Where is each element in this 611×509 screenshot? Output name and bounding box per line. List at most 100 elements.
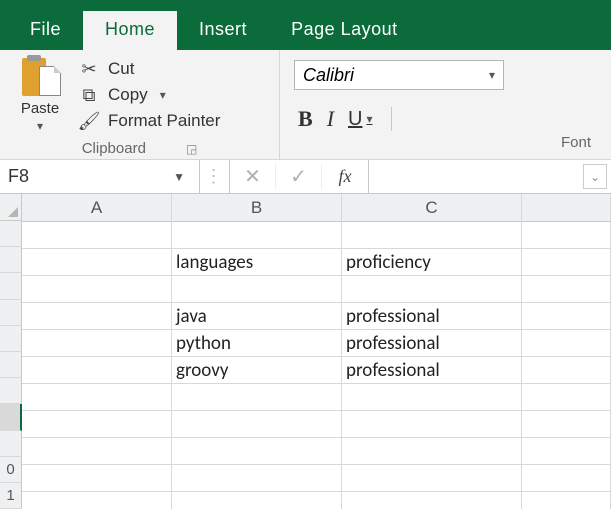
cell[interactable] [522,411,611,438]
cell[interactable]: groovy [172,357,342,384]
row-headers: 0 1 [0,194,22,509]
bold-button[interactable]: B [298,106,313,132]
row-header[interactable]: 1 [0,483,22,509]
expand-formula-bar-icon[interactable]: ⌄ [583,164,607,189]
formula-bar-handle[interactable]: ⋮ [200,160,230,193]
row-header[interactable] [0,404,22,430]
cell[interactable] [522,465,611,492]
cell[interactable] [522,357,611,384]
cell[interactable] [522,492,611,509]
column-header[interactable]: C [342,194,522,222]
cell[interactable] [172,438,342,465]
cell[interactable] [522,222,611,249]
cell[interactable] [172,276,342,303]
column-header[interactable]: A [22,194,172,222]
cell[interactable] [22,492,172,509]
format-painter-button[interactable]: 🖌 Format Painter [76,110,222,132]
cell[interactable] [342,438,522,465]
paste-button[interactable]: Paste ▾ [10,54,70,138]
cell[interactable] [22,384,172,411]
cell[interactable]: python [172,330,342,357]
cell[interactable] [342,411,522,438]
paste-label: Paste [21,100,59,117]
copy-label: Copy [108,85,148,105]
scissors-icon: ✂ [78,59,100,79]
underline-button[interactable]: U▾ [348,108,372,131]
row-header[interactable] [0,221,22,247]
cell[interactable]: professional [342,357,522,384]
spreadsheet-grid: 0 1 A B C languagesproficiency javaprofe… [0,194,611,509]
cell[interactable] [522,330,611,357]
select-all-corner[interactable] [0,194,22,221]
cell[interactable] [22,438,172,465]
cell[interactable] [522,276,611,303]
tab-pagelayout[interactable]: Page Layout [269,11,420,50]
cell[interactable] [22,303,172,330]
cell[interactable] [172,465,342,492]
ribbon-tabs: File Home Insert Page Layout [0,8,611,50]
cell[interactable] [342,384,522,411]
cell[interactable] [22,330,172,357]
column-header[interactable] [522,194,611,222]
formula-bar-tools: ✕ ✓ fx [230,160,369,193]
chevron-down-icon[interactable]: ▼ [167,170,191,184]
tab-insert[interactable]: Insert [177,11,269,50]
formula-input[interactable] [369,160,579,193]
cell[interactable]: proficiency [342,249,522,276]
cell[interactable] [172,384,342,411]
cell[interactable] [172,222,342,249]
cell[interactable] [22,249,172,276]
cell[interactable] [342,465,522,492]
row-header[interactable] [0,431,22,457]
cell[interactable] [22,276,172,303]
cell[interactable]: professional [342,303,522,330]
format-painter-label: Format Painter [108,111,220,131]
name-box[interactable]: F8 ▼ [0,160,200,193]
cut-button[interactable]: ✂ Cut [76,58,222,80]
dialog-launcher-icon[interactable]: ◲ [186,142,197,156]
cut-label: Cut [108,59,134,79]
row-header[interactable] [0,247,22,273]
cell[interactable] [172,492,342,509]
row-header[interactable] [0,273,22,299]
row-header[interactable] [0,352,22,378]
name-box-value: F8 [8,166,29,187]
chevron-down-icon[interactable]: ▾ [489,68,495,82]
tab-home[interactable]: Home [83,11,177,50]
fx-button[interactable]: fx [322,166,368,187]
cell[interactable] [522,249,611,276]
cell[interactable] [22,222,172,249]
tab-file[interactable]: File [8,11,83,50]
row-header[interactable]: 0 [0,457,22,483]
enter-icon[interactable]: ✓ [276,164,322,189]
cell[interactable] [22,465,172,492]
cell[interactable] [342,222,522,249]
font-name-select[interactable]: Calibri ▾ [294,60,504,90]
cell[interactable] [172,411,342,438]
copy-button[interactable]: ⧉ Copy ▾ [76,84,222,106]
cell[interactable] [522,438,611,465]
cell[interactable] [522,384,611,411]
formula-bar-row: F8 ▼ ⋮ ✕ ✓ fx ⌄ [0,160,611,194]
cell[interactable] [22,357,172,384]
cell[interactable] [522,303,611,330]
chevron-down-icon[interactable]: ▾ [160,88,166,102]
chevron-down-icon[interactable]: ▾ [366,112,372,126]
cell[interactable] [342,276,522,303]
cell[interactable]: professional [342,330,522,357]
cell[interactable] [342,492,522,509]
row-header[interactable] [0,300,22,326]
row-header[interactable] [0,326,22,352]
column-headers: A B C [22,194,611,222]
cancel-icon[interactable]: ✕ [230,164,276,189]
separator [391,107,392,131]
cell[interactable]: java [172,303,342,330]
row-header[interactable] [0,378,22,404]
ribbon: Paste ▾ ✂ Cut ⧉ Copy ▾ 🖌 Format Painter [0,50,611,160]
italic-button[interactable]: I [327,106,334,132]
cell[interactable] [22,411,172,438]
chevron-down-icon[interactable]: ▾ [37,119,43,133]
cell[interactable]: languages [172,249,342,276]
column-header[interactable]: B [172,194,342,222]
group-font: Calibri ▾ B I U▾ Font [280,50,611,159]
